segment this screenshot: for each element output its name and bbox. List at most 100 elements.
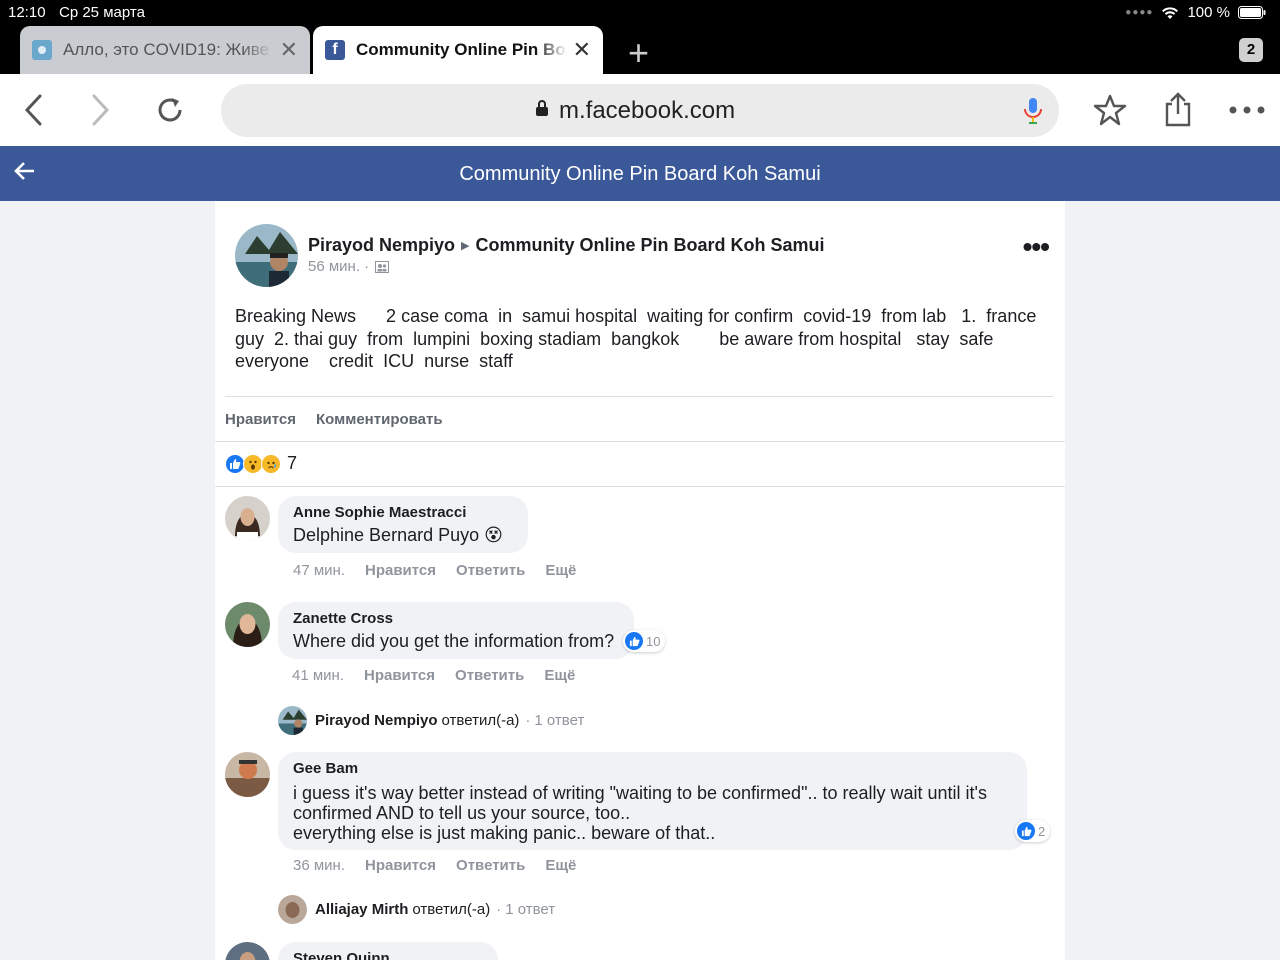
avatar[interactable]: [225, 496, 270, 541]
reactions-summary[interactable]: 7: [225, 453, 297, 474]
comment-text: Delphine Bernard Puyo 😵: [293, 525, 503, 545]
comment-more-button[interactable]: Ещё: [545, 562, 576, 579]
reaction-count: 7: [287, 453, 298, 473]
facebook-favicon-icon: f: [325, 40, 345, 60]
signal-icon: ●●●●: [1125, 7, 1154, 18]
comment-time[interactable]: 36 мин.: [293, 857, 345, 874]
comment-author[interactable]: Anne Sophie Maestracci: [293, 504, 513, 521]
bookmark-star-icon[interactable]: [1090, 90, 1130, 130]
close-tab-icon[interactable]: ✕: [573, 37, 591, 63]
comment-meta: 47 мин. Нравится Ответить Ещё: [293, 562, 576, 579]
tab-title: Алло, это COVID19: Живе: [63, 40, 270, 59]
separator: ·: [496, 901, 502, 918]
comment-author[interactable]: Steven Quinn: [293, 950, 483, 960]
forward-icon[interactable]: [80, 90, 120, 130]
comment-like-button[interactable]: Нравится: [364, 667, 435, 684]
fb-group-header: Community Online Pin Board Koh Samui: [0, 146, 1280, 201]
comment-more-button[interactable]: Ещё: [544, 667, 575, 684]
status-date: Ср 25 марта: [59, 4, 145, 21]
comment-like-button[interactable]: Нравится: [365, 562, 436, 579]
comment-text-line: confirmed AND to tell us your source, to…: [293, 803, 631, 823]
comment-like-count[interactable]: 10: [623, 630, 666, 652]
comment-text: Where did you get the information from?: [293, 631, 615, 651]
comment-reply-button[interactable]: Ответить: [456, 857, 525, 874]
more-menu-icon[interactable]: [1227, 90, 1267, 130]
reply-author: Alliajay Mirth: [315, 901, 409, 918]
back-icon[interactable]: [14, 90, 54, 130]
comment-like-button[interactable]: Нравится: [365, 857, 436, 874]
like-icon: [625, 632, 643, 650]
comment-more-button[interactable]: Ещё: [545, 857, 576, 874]
avatar: [278, 706, 307, 735]
replies-summary[interactable]: Alliajay Mirth ответил(-а) · 1 ответ: [278, 895, 555, 924]
avatar[interactable]: [225, 752, 270, 797]
reply-verb: ответил(-а): [412, 901, 491, 918]
group-title: Community Online Pin Board Koh Samui: [459, 163, 821, 185]
wow-reaction-icon: [243, 453, 263, 474]
like-count: 10: [646, 633, 661, 649]
sad-reaction-icon: [261, 453, 281, 474]
comment-meta: 36 мин. Нравится Ответить Ещё: [293, 857, 576, 874]
comment-bubble: Zanette Cross Where did you get the info…: [278, 602, 634, 659]
comment-bubble: Anne Sophie Maestracci Delphine Bernard …: [278, 496, 528, 553]
post-options-icon[interactable]: •••: [1023, 233, 1050, 261]
address-bar[interactable]: m.facebook.com: [221, 84, 1059, 137]
post-author-line: Pirayod Nempiyo ▶ Community Online Pin B…: [308, 235, 825, 256]
comment-like-count[interactable]: 2: [1015, 820, 1051, 842]
avatar[interactable]: [235, 224, 298, 287]
replies-summary[interactable]: Pirayod Nempiyo ответил(-а) · 1 ответ: [278, 706, 584, 735]
like-icon: [1017, 822, 1035, 840]
comment-reply-button[interactable]: Ответить: [456, 562, 525, 579]
tab-title: Community Online Pin Boa: [356, 40, 567, 59]
comment-reply-button[interactable]: Ответить: [455, 667, 524, 684]
like-count: 2: [1038, 823, 1046, 839]
comment-meta: 41 мин. Нравится Ответить Ещё: [292, 667, 575, 684]
group-name[interactable]: Community Online Pin Board Koh Samui: [476, 235, 825, 256]
status-bar: 12:10 Ср 25 марта ●●●● 100 %: [0, 0, 1280, 26]
comment-button[interactable]: Комментировать: [316, 411, 443, 428]
comment-bubble: Steven Quinn: [278, 942, 498, 960]
avatar[interactable]: [225, 602, 270, 647]
url-text: m.facebook.com: [559, 97, 736, 124]
close-tab-icon[interactable]: ✕: [280, 37, 298, 63]
comment-time[interactable]: 47 мин.: [293, 562, 345, 579]
separator: ·: [525, 712, 531, 729]
battery-percent: 100 %: [1187, 4, 1230, 21]
tab-facebook[interactable]: f Community Online Pin Boa ✕: [313, 26, 603, 74]
covid-favicon-icon: [32, 40, 52, 60]
avatar: [278, 895, 307, 924]
tab-strip: Алло, это COVID19: Живе ✕ f Community On…: [0, 26, 1280, 74]
comment-author[interactable]: Gee Bam: [293, 760, 1012, 777]
browser-toolbar: m.facebook.com: [0, 74, 1280, 146]
post-meta: 56 мин. ·: [308, 258, 390, 275]
reply-count: 1 ответ: [505, 901, 556, 918]
tab-count-badge[interactable]: 2: [1239, 38, 1263, 62]
comment-time[interactable]: 41 мин.: [292, 667, 344, 684]
comment-text-line: everything else is just making panic.. b…: [293, 823, 716, 843]
reload-icon[interactable]: [150, 90, 190, 130]
comment-author[interactable]: Zanette Cross: [293, 610, 619, 627]
comment-text-line: i guess it's way better instead of writi…: [293, 783, 987, 803]
author-name[interactable]: Pirayod Nempiyo: [308, 235, 455, 256]
divider: [215, 441, 1065, 442]
comment-bubble: Gee Bam i guess it's way better instead …: [278, 752, 1027, 850]
avatar[interactable]: [225, 942, 270, 960]
like-reaction-icon: [225, 453, 245, 474]
post-actions: Нравится Комментировать: [225, 411, 443, 428]
divider: [215, 486, 1065, 487]
reply-count: 1 ответ: [534, 712, 585, 729]
reply-author: Pirayod Nempiyo: [315, 712, 438, 729]
post-card: Pirayod Nempiyo ▶ Community Online Pin B…: [215, 201, 1065, 960]
lock-icon: [536, 100, 548, 116]
tab-covid[interactable]: Алло, это COVID19: Живе ✕: [20, 26, 310, 74]
reply-verb: ответил(-а): [441, 712, 520, 729]
like-button[interactable]: Нравится: [225, 411, 296, 428]
new-tab-icon[interactable]: +: [628, 32, 649, 74]
battery-icon: [1238, 6, 1266, 19]
post-text: Breaking News 2 case coma in samui hospi…: [235, 306, 1042, 371]
post-time[interactable]: 56 мин. ·: [308, 258, 369, 275]
wifi-icon: [1162, 6, 1179, 19]
group-audience-icon: [375, 260, 390, 273]
microphone-icon[interactable]: [1023, 96, 1043, 126]
share-icon[interactable]: [1158, 90, 1198, 130]
